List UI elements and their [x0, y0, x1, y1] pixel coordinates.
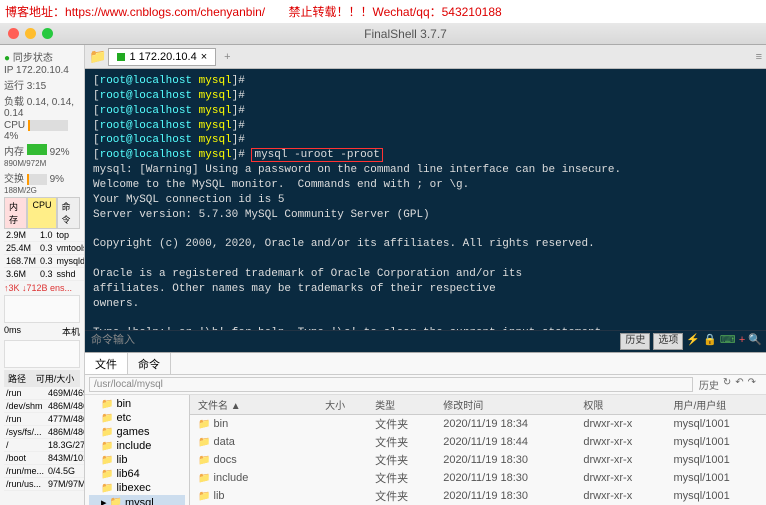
header-warning: 博客地址：https://www.cnblogs.com/chenyanbin/…: [0, 0, 766, 23]
refresh-icon[interactable]: ↻: [723, 377, 731, 392]
window-title: FinalShell 3.7.7: [53, 27, 758, 41]
menu-icon[interactable]: ≡: [756, 51, 762, 63]
path-history-button[interactable]: 历史: [699, 377, 719, 392]
session-tab-bar: 📁 1 172.20.10.4× + ≡: [85, 45, 766, 69]
sidebar-stats: ● 同步状态 IP 172.20.10.4 运行 3:15 负载 0.14, 0…: [0, 45, 85, 505]
command-input[interactable]: 命令输入: [85, 331, 616, 353]
plus-icon[interactable]: +: [739, 334, 746, 349]
sessions-folder-icon[interactable]: 📁: [89, 48, 106, 65]
minimize-window-button[interactable]: [25, 28, 36, 39]
session-tab[interactable]: 1 172.20.10.4×: [108, 48, 216, 66]
bolt-icon[interactable]: ⚡: [686, 334, 700, 349]
network-chart: [4, 295, 80, 323]
forward-icon[interactable]: ↷: [748, 377, 756, 392]
back-icon[interactable]: ↶: [735, 377, 743, 392]
file-panel: 文件 命令 /usr/local/mysql 历史 ↻ ↶ ↷ 📁 bin📁 e…: [85, 352, 766, 505]
history-button[interactable]: 历史: [620, 333, 650, 351]
path-input[interactable]: /usr/local/mysql: [89, 377, 693, 392]
close-tab-icon[interactable]: ×: [201, 51, 207, 63]
options-button[interactable]: 选项: [653, 333, 683, 351]
lock-icon[interactable]: 🔒: [703, 334, 717, 349]
search-icon[interactable]: 🔍: [748, 334, 762, 349]
maximize-window-button[interactable]: [42, 28, 53, 39]
folder-tree[interactable]: 📁 bin📁 etc📁 games📁 include📁 lib📁 lib64📁 …: [85, 395, 190, 505]
tab-files[interactable]: 文件: [85, 353, 128, 374]
new-tab-button[interactable]: +: [218, 49, 236, 65]
keyboard-icon[interactable]: ⌨: [720, 334, 736, 349]
terminal-output[interactable]: [root@localhost mysql]# [root@localhost …: [85, 69, 766, 352]
ping-chart: [4, 340, 80, 368]
close-window-button[interactable]: [8, 28, 19, 39]
window-titlebar: FinalShell 3.7.7: [0, 23, 766, 45]
file-list[interactable]: 文件名 ▲大小类型修改时间权限用户/用户组 📁 bin文件夹2020/11/19…: [190, 395, 766, 505]
tab-commands[interactable]: 命令: [128, 353, 171, 374]
